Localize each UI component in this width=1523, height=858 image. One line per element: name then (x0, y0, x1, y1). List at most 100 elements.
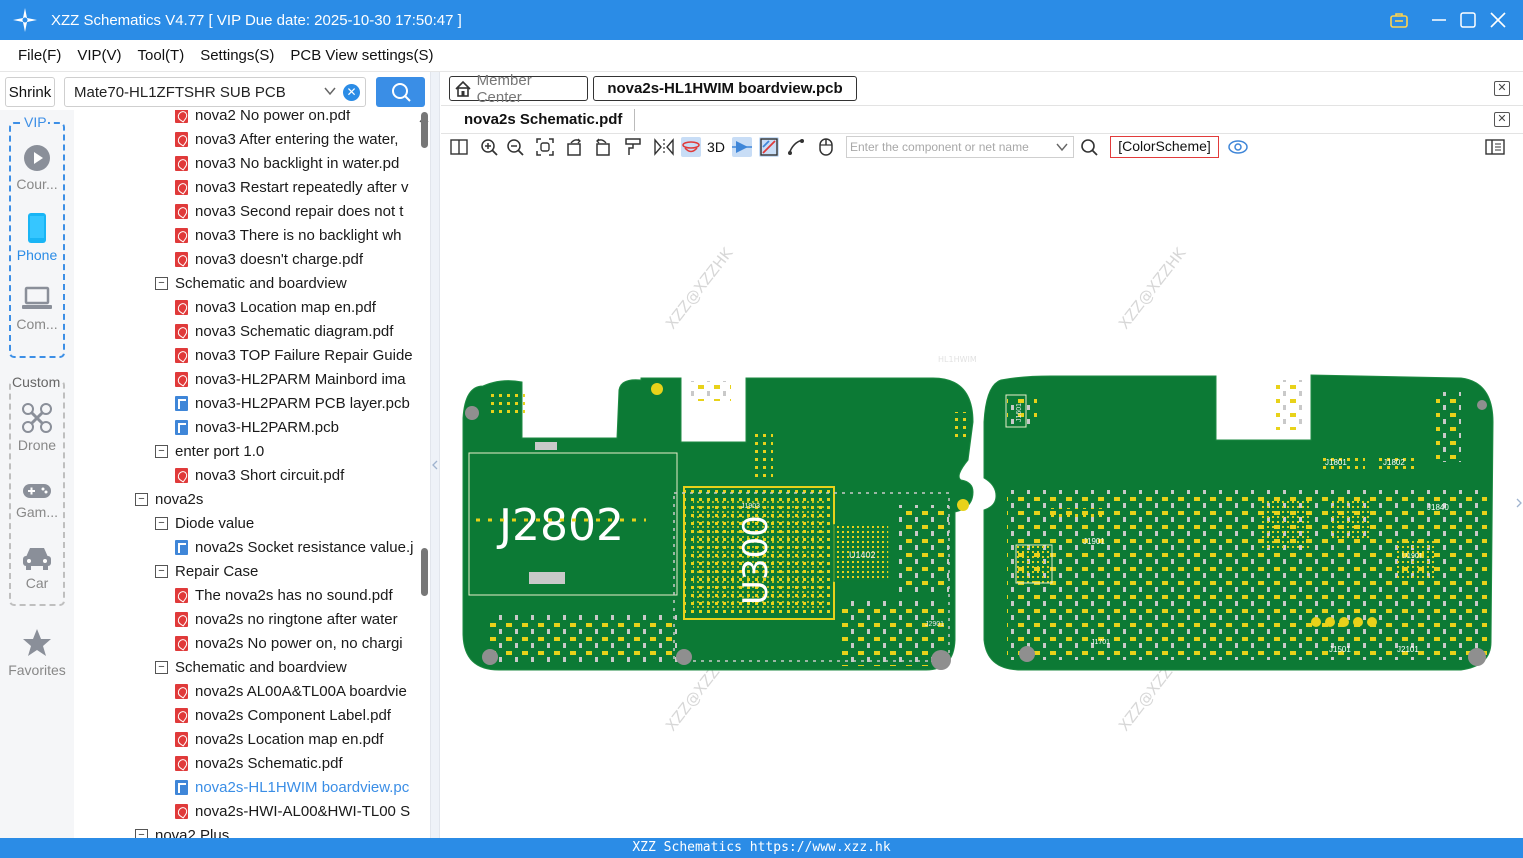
menu-pcb-view-settings[interactable]: PCB View settings(S) (290, 47, 433, 64)
tree-file[interactable]: nova2s-HWI-AL00&HWI-TL00 S (175, 799, 410, 823)
tree-file[interactable]: nova2s Location map en.pdf (175, 727, 383, 751)
vip-bag-icon[interactable] (1384, 0, 1414, 40)
shrink-button[interactable]: Shrink (5, 77, 55, 107)
split-view-icon[interactable] (449, 137, 469, 157)
rotate-left-icon[interactable] (565, 137, 585, 157)
pcb-board-view[interactable]: XZZ@XZZHK XZZ@XZZHK XZZ@XZZHK XZZ@XZZHK … (441, 160, 1523, 838)
eye-view-icon[interactable] (1228, 137, 1248, 157)
tree-file[interactable]: nova2s no ringtone after water (175, 607, 398, 631)
component-dropdown-icon[interactable] (1052, 137, 1072, 157)
tree-item-label: nova3 Second repair does not t (195, 202, 404, 220)
collapse-toggle-icon[interactable]: − (155, 660, 168, 674)
document-tabs: Member Center nova2s-HL1HWIM boardview.p… (441, 72, 1523, 106)
category-drone[interactable]: Drone (0, 403, 74, 453)
trace-tool-icon[interactable] (786, 137, 806, 157)
tree-scroll-thumb[interactable] (421, 548, 428, 596)
tree-file[interactable]: nova3 After entering the water, (175, 127, 398, 151)
connector-pads (753, 430, 773, 480)
close-subtab-icon[interactable]: ✕ (1494, 112, 1510, 127)
tree-item-label: nova2s no ringtone after water (195, 610, 398, 628)
tree-file[interactable]: nova2s AL00A&TL00A boardvie (175, 679, 407, 703)
tree-file[interactable]: nova2s Schematic.pdf (175, 751, 343, 775)
tree-file[interactable]: nova3 Location map en.pdf (175, 295, 376, 319)
tree-folder[interactable]: − Diode value (155, 511, 254, 535)
zoom-out-icon[interactable] (505, 137, 525, 157)
chevron-down-icon[interactable] (323, 84, 337, 102)
menu-tool[interactable]: Tool(T) (138, 47, 185, 64)
paint-roller-icon[interactable] (623, 137, 643, 157)
flip-board-icon[interactable] (681, 137, 701, 157)
minimize-button[interactable] (1424, 0, 1454, 40)
tree-folder[interactable]: − Repair Case (155, 559, 258, 583)
collapse-toggle-icon[interactable]: − (135, 492, 148, 506)
color-scheme-button[interactable]: [ColorScheme] (1110, 136, 1219, 158)
tree-file[interactable]: nova2s No power on, no chargi (175, 631, 403, 655)
category-computer[interactable]: Com... (0, 286, 74, 332)
category-course[interactable]: Cour... (0, 144, 74, 192)
tab-schematic-pdf[interactable]: nova2s Schematic.pdf (464, 111, 622, 128)
tree-file[interactable]: nova3 Second repair does not t (175, 199, 403, 223)
tree-file[interactable]: nova3 There is no backlight wh (175, 223, 402, 247)
menu-vip[interactable]: VIP(V) (77, 47, 121, 64)
canvas-collapse-right-icon[interactable] (1515, 498, 1523, 508)
component-search-input[interactable]: Enter the component or net name (846, 136, 1074, 158)
tree-file[interactable]: nova3 Short circuit.pdf (175, 463, 344, 487)
maximize-button[interactable] (1453, 0, 1483, 40)
tree-folder[interactable]: − nova2s (135, 487, 203, 511)
tree-file[interactable]: nova2s Socket resistance value.j (175, 535, 413, 559)
screw-hole-2 (676, 649, 692, 665)
model-select[interactable]: Mate70-HL1ZFTSHR SUB PCB ✕ (64, 77, 366, 107)
net-color-icon[interactable] (759, 137, 779, 157)
side-panel-icon[interactable] (1485, 137, 1505, 157)
category-game[interactable]: Gam... (0, 482, 74, 520)
mouse-mode-icon[interactable] (816, 137, 836, 157)
collapse-toggle-icon[interactable]: − (155, 516, 168, 530)
tab-active-boardview[interactable]: nova2s-HL1HWIM boardview.pcb (593, 76, 857, 101)
tree-file[interactable]: nova3-HL2PARM PCB layer.pcb (175, 391, 410, 415)
tree-file[interactable]: nova3-HL2PARM Mainbord ima (175, 367, 406, 391)
tree-scrollbar[interactable] (418, 110, 430, 838)
component-search-icon[interactable] (1079, 137, 1099, 157)
tree-file[interactable]: nova3 doesn't charge.pdf (175, 247, 363, 271)
category-phone[interactable]: Phone (0, 213, 74, 263)
tree-file[interactable]: The nova2s has no sound.pdf (175, 583, 393, 607)
left-bottom-components (487, 615, 677, 663)
tree-folder[interactable]: − Schematic and boardview (155, 271, 347, 295)
tree-file[interactable]: nova2 No power on.pdf (175, 110, 350, 127)
pdf-file-icon (175, 707, 188, 723)
tree-file[interactable]: nova3 Restart repeatedly after v (175, 175, 408, 199)
category-car[interactable]: Car (0, 545, 74, 591)
tree-folder[interactable]: − nova2 Plus (135, 823, 229, 838)
zoom-in-icon[interactable] (479, 137, 499, 157)
close-tab-icon[interactable]: ✕ (1494, 81, 1510, 96)
pcb-canvas[interactable]: XZZ@XZZHK XZZ@XZZHK XZZ@XZZHK XZZ@XZZHK … (441, 160, 1523, 838)
round-pad-3 (1339, 617, 1349, 627)
tab-member-center[interactable]: Member Center (449, 72, 588, 106)
tree-file[interactable]: nova3-HL2PARM.pcb (175, 415, 339, 439)
collapse-toggle-icon[interactable]: − (135, 828, 148, 838)
tree-folder[interactable]: − enter port 1.0 (155, 439, 264, 463)
panel-splitter[interactable] (430, 72, 440, 838)
collapse-toggle-icon[interactable]: − (155, 276, 168, 290)
three-d-button[interactable]: 3D (705, 137, 727, 157)
tree-scroll-thumb-top[interactable] (421, 112, 428, 148)
tree-file[interactable]: nova2s-HL1HWIM boardview.pc (175, 775, 409, 799)
tree-file[interactable]: nova3 TOP Failure Repair Guide (175, 343, 413, 367)
tree-folder[interactable]: − Schematic and boardview (155, 655, 347, 679)
category-favorites[interactable]: Favorites (0, 628, 74, 678)
collapse-toggle-icon[interactable]: − (155, 444, 168, 458)
mirror-icon[interactable] (654, 137, 674, 157)
fit-view-icon[interactable] (535, 137, 555, 157)
tree-file[interactable]: nova2s Component Label.pdf (175, 703, 391, 727)
pin-highlight-icon[interactable] (732, 137, 752, 157)
menu-file[interactable]: File(F) (18, 47, 61, 64)
menu-settings[interactable]: Settings(S) (200, 47, 274, 64)
tree-file[interactable]: nova3 Schematic diagram.pdf (175, 319, 393, 343)
rotate-right-icon[interactable] (592, 137, 612, 157)
tree-file[interactable]: nova3 No backlight in water.pd (175, 151, 399, 175)
clear-icon[interactable]: ✕ (343, 84, 360, 101)
collapse-toggle-icon[interactable]: − (155, 564, 168, 578)
search-button[interactable] (376, 77, 425, 107)
close-window-button[interactable] (1483, 0, 1513, 40)
pcb-file-icon (175, 395, 188, 411)
